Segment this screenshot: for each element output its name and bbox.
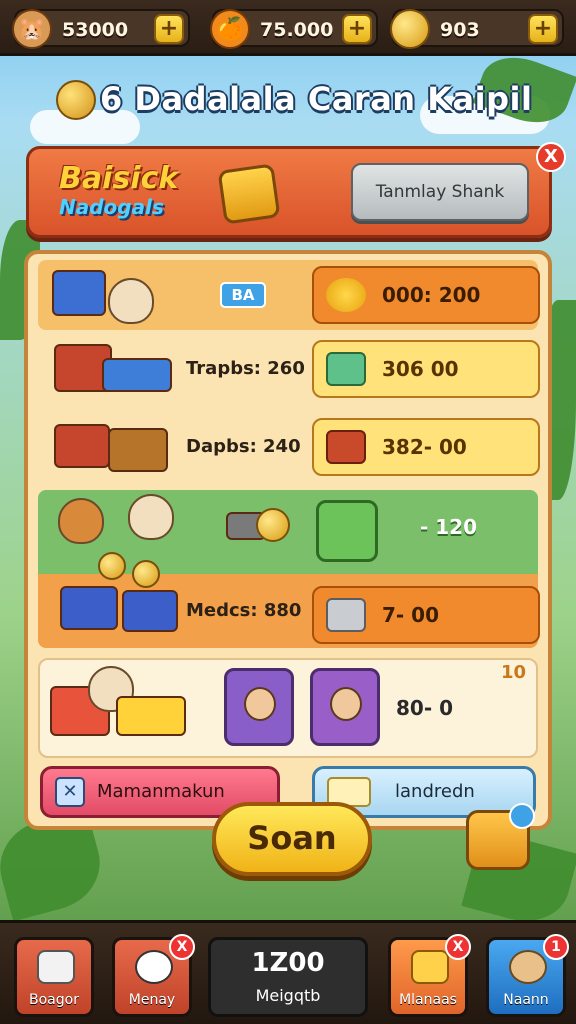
hamster-icon: 🐹 bbox=[12, 9, 52, 49]
right-button-label: landredn bbox=[395, 781, 475, 802]
nav-label: Meigqtb bbox=[255, 986, 321, 1005]
tablet-icon[interactable] bbox=[466, 803, 535, 870]
banner-logo: Baisick Nadogals bbox=[59, 164, 178, 221]
add-hamster-button[interactable]: + bbox=[154, 14, 184, 44]
nav-label: Boagor bbox=[29, 992, 79, 1008]
resource-value: 75.000 bbox=[260, 19, 334, 41]
coin-icon bbox=[132, 560, 160, 588]
featured-offer[interactable]: - 120 Medcs: 880 7- 00 bbox=[38, 490, 540, 648]
box-icon bbox=[102, 358, 172, 392]
fruit-icon bbox=[326, 278, 366, 312]
chest-icon bbox=[122, 590, 178, 632]
chest-icon bbox=[52, 270, 106, 316]
bag-icon bbox=[37, 950, 75, 984]
resource-orange: 🍊 75.000 + bbox=[210, 9, 378, 49]
price-box[interactable]: 7- 00 bbox=[312, 586, 540, 644]
chest-icon bbox=[108, 428, 168, 472]
offer-row[interactable]: 80- 0 10 bbox=[38, 658, 538, 758]
card-pack-icon bbox=[116, 696, 186, 736]
gem-pack-icon bbox=[326, 352, 366, 386]
nav-item-boagor[interactable]: Boagor bbox=[14, 937, 94, 1017]
offer-label: Trapbs: 260 bbox=[186, 358, 305, 379]
main-action-button[interactable]: Soan bbox=[212, 802, 372, 876]
offer-price: 306 00 bbox=[382, 357, 459, 381]
add-orange-button[interactable]: + bbox=[342, 14, 372, 44]
nav-badge: 1 bbox=[543, 934, 569, 960]
notification-dot bbox=[509, 803, 535, 829]
chest-icon bbox=[54, 424, 110, 468]
brick-icon bbox=[326, 430, 366, 464]
offer-row[interactable]: Dapbs: 240 382- 00 bbox=[38, 412, 540, 486]
price-box[interactable]: 000: 200 bbox=[312, 266, 540, 324]
x-icon: ✕ bbox=[55, 777, 85, 807]
face bbox=[330, 687, 362, 721]
portrait-icon bbox=[224, 668, 294, 746]
offer-label: Medcs: 880 bbox=[186, 600, 302, 621]
shop-panel: BA 000: 200 Trapbs: 260 306 00 Dapbs: 24… bbox=[24, 250, 552, 830]
offer-price: - 120 bbox=[420, 515, 478, 539]
offer-price: 7- 00 bbox=[382, 603, 440, 627]
price-box[interactable]: 382- 00 bbox=[312, 418, 540, 476]
offer-tag: BA bbox=[220, 282, 266, 308]
offer-row[interactable]: BA 000: 200 bbox=[38, 260, 540, 330]
close-button[interactable]: X bbox=[536, 142, 566, 172]
nav-label: Mlanaas bbox=[399, 992, 457, 1008]
panda-icon bbox=[135, 950, 173, 984]
resource-value: 53000 bbox=[62, 19, 129, 41]
bottom-nav: Boagor X Menay 1Z00 Meigqtb X Mlanaas 1 … bbox=[0, 920, 576, 1024]
nav-item-menay[interactable]: X Menay bbox=[112, 934, 195, 1017]
page-title: 6 Dadalala Caran Kaipil bbox=[100, 80, 532, 118]
resource-coin: 903 + bbox=[390, 9, 564, 49]
banner-action-button[interactable]: Tanmlay Shank bbox=[351, 163, 529, 221]
offer-price: 382- 00 bbox=[382, 435, 467, 459]
resource-value: 903 bbox=[440, 19, 480, 41]
offer-label: Dapbs: 240 bbox=[186, 436, 301, 457]
cheese-icon bbox=[411, 950, 449, 984]
resource-hamster: 🐹 53000 + bbox=[12, 9, 190, 49]
add-coin-button[interactable]: + bbox=[528, 14, 558, 44]
nav-item-naann[interactable]: 1 Naann bbox=[486, 934, 569, 1017]
leaf-icon bbox=[509, 950, 547, 984]
fox-icon bbox=[58, 498, 104, 544]
price-box[interactable]: 306 00 bbox=[312, 340, 540, 398]
nav-badge: X bbox=[169, 934, 195, 960]
safe-icon bbox=[326, 598, 366, 632]
resource-bar: 🐹 53000 + 🍊 75.000 + 903 + bbox=[0, 0, 576, 56]
face bbox=[244, 687, 276, 721]
title-number: 6 bbox=[100, 80, 123, 118]
orange-icon: 🍊 bbox=[210, 9, 250, 49]
corner-count: 10 bbox=[500, 662, 526, 683]
offer-row[interactable]: Trapbs: 260 306 00 bbox=[38, 334, 540, 408]
treasure-chest-icon bbox=[217, 163, 281, 225]
coin-icon bbox=[98, 552, 126, 580]
offer-price: 80- 0 bbox=[396, 696, 454, 720]
title-coin-icon bbox=[56, 80, 96, 120]
nav-item-meigqtb[interactable]: 1Z00 Meigqtb bbox=[208, 937, 368, 1017]
nav-item-mlanaas[interactable]: X Mlanaas bbox=[388, 934, 471, 1017]
hamster-icon bbox=[108, 278, 154, 324]
nav-value: 1Z00 bbox=[251, 948, 325, 978]
offer-price: 000: 200 bbox=[382, 283, 481, 307]
logo-bottom: Nadogals bbox=[59, 195, 164, 219]
chest-icon bbox=[60, 586, 118, 630]
cat-icon bbox=[128, 494, 174, 540]
nav-badge: X bbox=[445, 934, 471, 960]
toaster-icon bbox=[316, 500, 378, 562]
price-box[interactable]: - 120 bbox=[312, 498, 540, 562]
promo-banner: Baisick Nadogals Tanmlay Shank bbox=[26, 146, 552, 238]
logo-top: Baisick bbox=[59, 161, 179, 196]
nav-label: Naann bbox=[503, 992, 549, 1008]
coin-icon bbox=[256, 508, 290, 542]
coin-icon bbox=[390, 9, 430, 49]
portrait-icon bbox=[310, 668, 380, 746]
title-text: Dadalala Caran Kaipil bbox=[134, 80, 533, 118]
left-button-label: Mamanmakun bbox=[97, 781, 225, 802]
nav-label: Menay bbox=[128, 992, 176, 1008]
